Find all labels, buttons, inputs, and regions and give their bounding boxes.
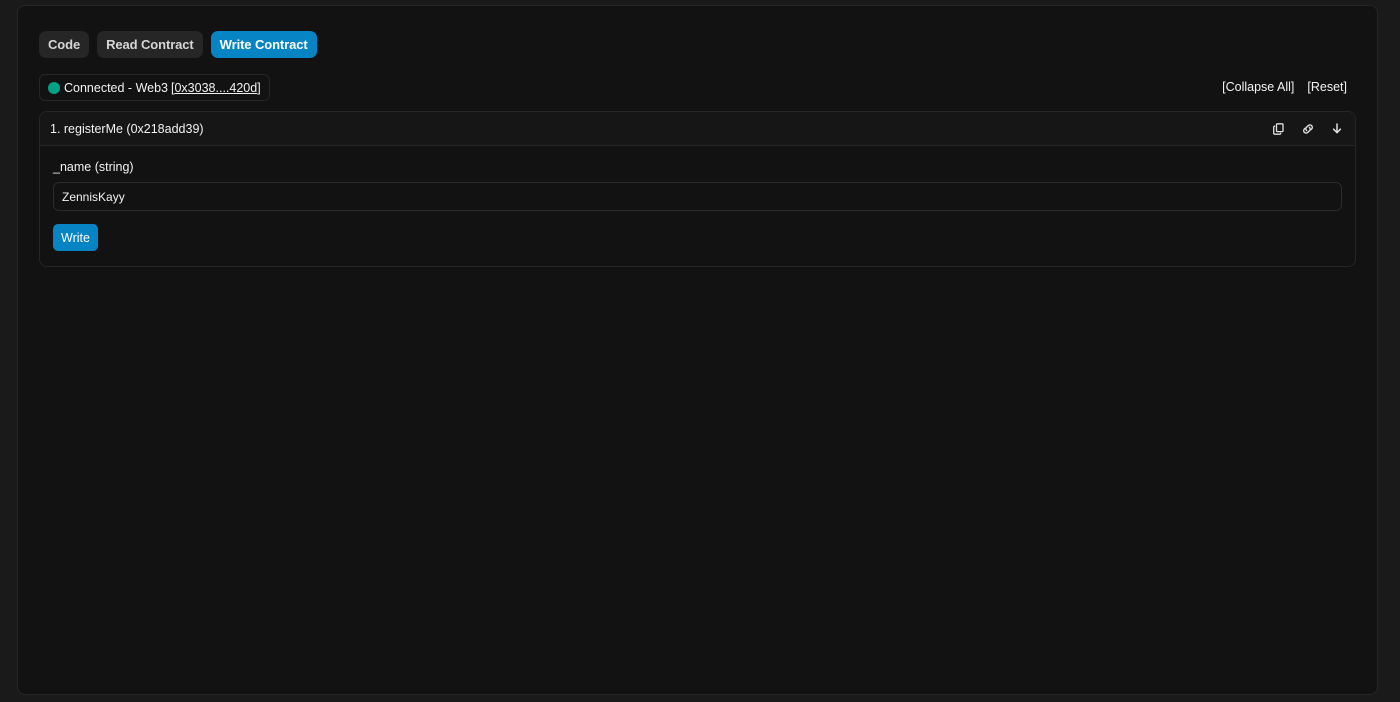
copy-icon[interactable] [1270,120,1287,137]
reset-link[interactable]: [Reset] [1307,80,1347,94]
connection-status: Connected - Web3 [0x3038....420d] [39,74,270,101]
link-icon[interactable] [1299,120,1316,137]
name-field-label: _name (string) [53,160,134,174]
function-body: _name (string) Write [40,146,1355,251]
connected-indicator-icon [48,81,60,94]
tab-read-contract[interactable]: Read Contract [97,31,203,58]
collapse-all-link[interactable]: [Collapse All] [1222,80,1294,94]
write-button[interactable]: Write [53,224,98,251]
contract-panel: Code Read Contract Write Contract Connec… [17,5,1378,695]
tab-code[interactable]: Code [39,31,90,58]
function-title[interactable]: 1. registerMe (0x218add39) [50,122,1270,136]
tab-write-contract[interactable]: Write Contract [210,31,317,58]
function-header-icons [1270,120,1345,137]
top-actions: [Collapse All] [Reset] [1222,80,1347,94]
function-header[interactable]: 1. registerMe (0x218add39) [40,112,1355,146]
address-bracket-close: ] [257,80,261,95]
connected-address-link[interactable]: 0x3038....420d [174,81,257,95]
name-input[interactable] [53,182,1342,211]
contract-tabs: Code Read Contract Write Contract [39,31,317,58]
function-card-registerme: 1. registerMe (0x218add39) _name (string… [39,111,1356,267]
connection-status-text: Connected - Web3 [64,80,168,95]
arrow-down-icon[interactable] [1328,120,1345,137]
